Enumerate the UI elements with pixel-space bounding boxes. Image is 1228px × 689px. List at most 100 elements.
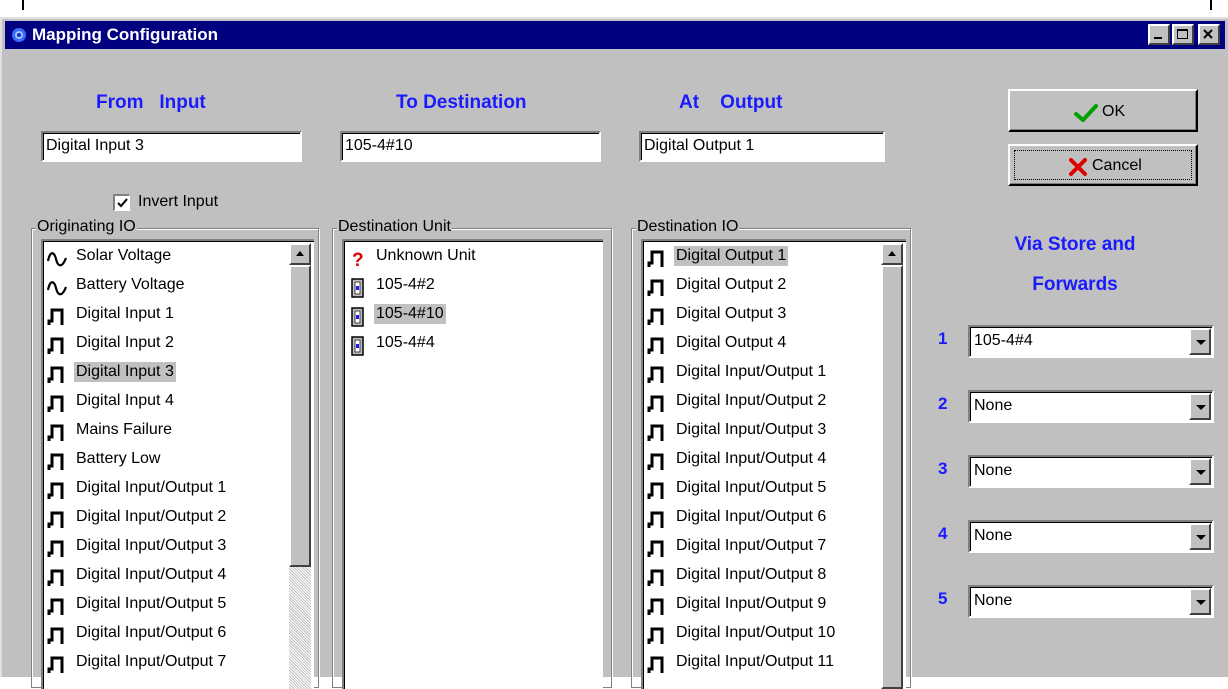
digital-pulse-icon — [647, 597, 667, 617]
question-mark-icon: ? — [348, 249, 368, 271]
analog-wave-icon — [46, 252, 68, 267]
minimize-button[interactable] — [1148, 24, 1170, 45]
maximize-button[interactable] — [1172, 24, 1194, 45]
list-item[interactable]: Digital Input/Output 4 — [45, 562, 314, 591]
list-item[interactable]: Digital Output 2 — [645, 272, 906, 301]
dropdown-button[interactable] — [1189, 328, 1211, 355]
digital-pulse-icon — [47, 569, 64, 586]
digital-pulse-icon — [647, 598, 664, 615]
scroll-up-button[interactable] — [289, 243, 311, 265]
list-item[interactable]: Digital Output 1 — [645, 243, 906, 272]
list-item[interactable]: 105-4#4 — [346, 330, 603, 359]
list-item-label: Digital Input/Output 1 — [76, 479, 227, 496]
list-item[interactable]: Digital Input 1 — [45, 301, 314, 330]
dropdown-button[interactable] — [1189, 458, 1211, 485]
from-input-field[interactable]: Digital Input 3 — [41, 131, 302, 162]
dropdown-button[interactable] — [1189, 588, 1211, 615]
list-item-label: Digital Input/Output 2 — [676, 392, 827, 409]
list-item[interactable]: Digital Input/Output 11 — [645, 649, 906, 678]
close-button[interactable] — [1198, 24, 1220, 45]
destination-io-items: Digital Output 1 Digital Output 2 Digital … — [645, 243, 906, 678]
list-item[interactable]: Digital Input/Output 3 — [645, 417, 906, 446]
close-icon — [1203, 29, 1213, 39]
list-item[interactable]: Digital Input/Output 8 — [645, 562, 906, 591]
list-item[interactable]: Digital Input/Output 7 — [45, 649, 314, 678]
list-item[interactable]: Digital Output 3 — [645, 301, 906, 330]
via-slot-5-combo[interactable]: None — [968, 585, 1214, 618]
list-item[interactable]: Digital Input/Output 2 — [645, 388, 906, 417]
svg-text:?: ? — [352, 250, 364, 269]
list-item[interactable]: Digital Input/Output 5 — [45, 591, 314, 620]
digital-pulse-icon — [647, 511, 664, 528]
destination-unit-list[interactable]: ? Unknown Unit 105-4#2 105-4#10 105-4#4 — [342, 239, 603, 689]
dropdown-button[interactable] — [1189, 393, 1211, 420]
list-item[interactable]: Digital Input/Output 1 — [45, 475, 314, 504]
list-item[interactable]: 105-4#10 — [346, 301, 603, 330]
digital-pulse-icon — [647, 394, 667, 414]
list-item[interactable]: Digital Input/Output 9 — [645, 591, 906, 620]
list-item[interactable]: Digital Input/Output 6 — [45, 620, 314, 649]
list-item[interactable]: Digital Input/Output 7 — [645, 533, 906, 562]
via-slot-3-combo[interactable]: None — [968, 455, 1214, 488]
list-item[interactable]: ? Unknown Unit — [346, 243, 603, 272]
scroll-track[interactable] — [289, 567, 311, 689]
ok-button[interactable]: OK — [1008, 89, 1198, 132]
destination-io-scrollbar[interactable] — [881, 243, 903, 689]
digital-pulse-icon — [47, 424, 64, 441]
list-item-label: Solar Voltage — [76, 247, 172, 264]
list-item[interactable]: Digital Input/Output 4 — [645, 446, 906, 475]
via-slot-number: 2 — [938, 394, 948, 413]
dropdown-button[interactable] — [1189, 523, 1211, 550]
digital-pulse-icon — [647, 366, 664, 383]
scroll-up-button[interactable] — [881, 243, 903, 265]
digital-pulse-icon — [47, 452, 67, 472]
combo-value: None — [974, 397, 1013, 414]
list-item[interactable]: 105-4#2 — [346, 272, 603, 301]
to-destination-heading: To Destination — [396, 92, 527, 113]
list-item[interactable]: Mains Failure — [45, 417, 314, 446]
via-slot-number: 3 — [938, 459, 948, 478]
app-icon — [12, 28, 26, 42]
destination-io-list[interactable]: Digital Output 1 Digital Output 2 Digital … — [641, 239, 906, 689]
list-item[interactable]: Digital Input/Output 1 — [645, 359, 906, 388]
list-item[interactable]: Battery Voltage — [45, 272, 314, 301]
invert-input-checkbox[interactable] — [113, 194, 130, 211]
list-item[interactable]: Battery Low — [45, 446, 314, 475]
destination-io-label: Destination IO — [636, 218, 740, 236]
list-item[interactable]: Digital Input/Output 3 — [45, 533, 314, 562]
scroll-thumb[interactable] — [289, 265, 311, 567]
digital-pulse-icon — [647, 626, 667, 646]
list-item[interactable]: Digital Output 4 — [645, 330, 906, 359]
originating-io-scrollbar[interactable] — [289, 243, 311, 689]
scroll-thumb[interactable] — [881, 265, 903, 689]
cancel-button[interactable]: Cancel — [1008, 144, 1198, 186]
via-slot-4-combo[interactable]: None — [968, 520, 1214, 553]
list-item[interactable]: Solar Voltage — [45, 243, 314, 272]
to-destination-field[interactable]: 105-4#10 — [340, 131, 601, 162]
digital-pulse-icon — [47, 511, 64, 528]
digital-pulse-icon — [47, 540, 64, 557]
originating-io-list[interactable]: Solar Voltage Battery Voltage Digital Inpu… — [41, 239, 314, 689]
combo-value: None — [974, 462, 1013, 479]
digital-pulse-icon — [647, 569, 664, 586]
list-item-label: Unknown Unit — [376, 247, 476, 264]
via-slot-1-combo[interactable]: 105-4#4 — [968, 325, 1214, 358]
digital-pulse-icon — [647, 510, 667, 530]
digital-pulse-icon — [47, 365, 67, 385]
list-item[interactable]: Digital Input 2 — [45, 330, 314, 359]
list-item-label: Digital Input/Output 5 — [76, 595, 227, 612]
list-item-label: Digital Input/Output 6 — [676, 508, 827, 525]
list-item[interactable]: Digital Input/Output 5 — [645, 475, 906, 504]
list-item[interactable]: Digital Input 3 — [45, 359, 314, 388]
via-store-forwards-title: Via Store and — [1014, 234, 1136, 255]
arrow-up-icon — [296, 251, 304, 256]
list-item[interactable]: Digital Input/Output 2 — [45, 504, 314, 533]
title-bar[interactable]: Mapping Configuration — [5, 21, 1225, 49]
list-item-label: Digital Input/Output 11 — [676, 653, 835, 670]
at-output-field[interactable]: Digital Output 1 — [639, 131, 885, 162]
list-item-label: Digital Output 1 — [674, 246, 789, 266]
list-item[interactable]: Digital Input/Output 6 — [645, 504, 906, 533]
list-item[interactable]: Digital Input/Output 10 — [645, 620, 906, 649]
via-slot-2-combo[interactable]: None — [968, 390, 1214, 423]
list-item[interactable]: Digital Input 4 — [45, 388, 314, 417]
